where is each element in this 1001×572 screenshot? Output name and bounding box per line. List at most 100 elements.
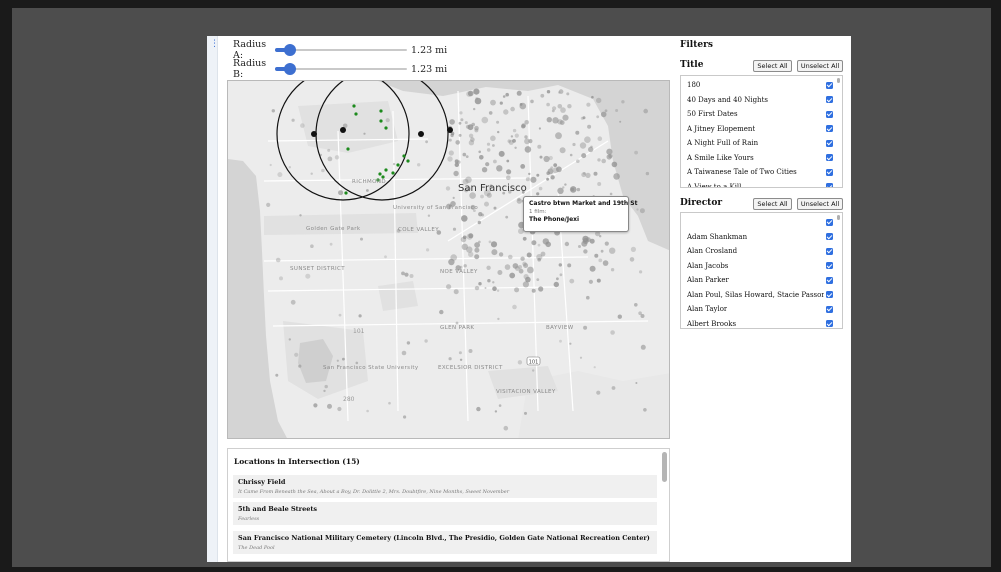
location-dot[interactable] bbox=[523, 274, 529, 280]
location-dot[interactable] bbox=[388, 401, 391, 405]
checkbox[interactable] bbox=[826, 110, 833, 118]
location-dot[interactable] bbox=[643, 408, 647, 412]
title-filter-item[interactable]: A Smile Like Yours bbox=[687, 152, 833, 164]
director-filter-list[interactable]: Adam Shankman Alan Crosland Alan Jacobs Ala… bbox=[680, 212, 843, 329]
checkbox[interactable] bbox=[826, 291, 833, 298]
location-dot[interactable] bbox=[310, 172, 313, 175]
location-dot[interactable] bbox=[464, 121, 468, 125]
location-dot[interactable] bbox=[453, 289, 459, 295]
location-dot[interactable] bbox=[601, 158, 606, 164]
location-dot[interactable] bbox=[498, 252, 504, 257]
location-dot[interactable] bbox=[587, 124, 592, 129]
location-dot[interactable] bbox=[298, 364, 302, 368]
location-dot[interactable] bbox=[590, 145, 593, 148]
location-dot[interactable] bbox=[427, 214, 431, 217]
location-dot[interactable] bbox=[492, 281, 495, 284]
checkbox[interactable] bbox=[826, 183, 833, 187]
location-dot[interactable] bbox=[465, 155, 469, 158]
location-dot[interactable] bbox=[547, 168, 554, 175]
director-select-all-button[interactable]: Select All bbox=[753, 198, 792, 210]
location-dot[interactable] bbox=[559, 147, 566, 154]
location-dot[interactable] bbox=[266, 202, 271, 207]
radius-b-slider[interactable] bbox=[275, 63, 407, 75]
location-dot[interactable] bbox=[597, 136, 603, 141]
location-dot[interactable] bbox=[564, 241, 570, 247]
location-dot[interactable] bbox=[486, 265, 491, 270]
location-dot[interactable] bbox=[550, 175, 555, 180]
location-dot[interactable] bbox=[506, 175, 511, 181]
location-item[interactable]: Chrissy Field It Came From Beneath the S… bbox=[233, 475, 657, 498]
location-dot[interactable] bbox=[619, 120, 622, 123]
location-dot[interactable] bbox=[630, 246, 636, 252]
location-dot[interactable] bbox=[452, 196, 455, 199]
title-filter-item[interactable]: 180 bbox=[687, 79, 833, 91]
location-dot[interactable] bbox=[478, 212, 483, 217]
location-dot[interactable] bbox=[527, 266, 534, 274]
location-dot[interactable] bbox=[548, 155, 553, 161]
location-dot[interactable] bbox=[484, 287, 487, 289]
location-dot[interactable] bbox=[497, 317, 500, 321]
location-dot[interactable] bbox=[290, 299, 296, 305]
location-dot[interactable] bbox=[525, 177, 530, 182]
location-dot[interactable] bbox=[279, 276, 283, 281]
intersection-dot[interactable] bbox=[384, 168, 388, 172]
location-dot[interactable] bbox=[275, 373, 279, 377]
location-dot[interactable] bbox=[510, 135, 514, 138]
location-dot[interactable] bbox=[327, 156, 333, 162]
location-dot[interactable] bbox=[599, 235, 602, 238]
location-dot[interactable] bbox=[552, 167, 559, 174]
location-dot[interactable] bbox=[455, 321, 459, 325]
checkbox[interactable] bbox=[826, 96, 833, 103]
location-dot[interactable] bbox=[488, 240, 492, 244]
location-dot[interactable] bbox=[338, 190, 344, 196]
location-dot[interactable] bbox=[324, 384, 328, 389]
location-dot[interactable] bbox=[540, 251, 546, 257]
location-dot[interactable] bbox=[475, 97, 479, 100]
location-dot[interactable] bbox=[493, 159, 497, 164]
location-dot[interactable] bbox=[505, 215, 509, 219]
location-dot[interactable] bbox=[639, 270, 643, 274]
location-dot[interactable] bbox=[517, 197, 521, 202]
location-dot[interactable] bbox=[584, 136, 591, 143]
location-dot[interactable] bbox=[553, 281, 559, 288]
location-dot[interactable] bbox=[499, 101, 503, 105]
location-dot[interactable] bbox=[582, 235, 589, 243]
location-dot[interactable] bbox=[458, 351, 462, 355]
intersection-dot[interactable] bbox=[354, 112, 358, 116]
location-dot[interactable] bbox=[450, 133, 454, 138]
location-dot[interactable] bbox=[384, 255, 387, 259]
location-dot[interactable] bbox=[594, 253, 599, 258]
location-dot[interactable] bbox=[550, 166, 554, 170]
location-dot[interactable] bbox=[467, 124, 474, 131]
location-dot[interactable] bbox=[593, 171, 598, 176]
location-dot[interactable] bbox=[611, 161, 618, 168]
location-dot[interactable] bbox=[636, 208, 639, 211]
location-dot[interactable] bbox=[299, 214, 302, 217]
location-dot[interactable] bbox=[404, 272, 409, 277]
location-dot[interactable] bbox=[486, 148, 491, 152]
location-dot[interactable] bbox=[478, 150, 481, 154]
title-filter-item[interactable]: 40 Days and 40 Nights bbox=[687, 94, 833, 106]
location-dot[interactable] bbox=[288, 338, 291, 341]
location-dot[interactable] bbox=[490, 241, 498, 248]
location-dot[interactable] bbox=[288, 166, 291, 169]
location-dot[interactable] bbox=[305, 273, 311, 279]
location-dot[interactable] bbox=[474, 128, 479, 133]
location-dot[interactable] bbox=[516, 90, 522, 96]
location-dot[interactable] bbox=[600, 111, 607, 118]
location-dot[interactable] bbox=[463, 264, 467, 268]
slider-thumb[interactable] bbox=[284, 63, 297, 75]
location-dot[interactable] bbox=[300, 123, 305, 128]
location-dot[interactable] bbox=[424, 339, 428, 343]
location-dot[interactable] bbox=[474, 254, 480, 260]
location-dot[interactable] bbox=[546, 102, 550, 107]
location-dot[interactable] bbox=[546, 177, 549, 181]
intersection-dot[interactable] bbox=[379, 109, 383, 113]
location-dot[interactable] bbox=[569, 278, 575, 284]
location-dot[interactable] bbox=[506, 159, 510, 163]
location-dot[interactable] bbox=[536, 278, 540, 281]
checkbox[interactable] bbox=[826, 81, 833, 89]
location-dot[interactable] bbox=[518, 265, 522, 269]
location-dot[interactable] bbox=[566, 92, 570, 96]
radius-a-edge-handle[interactable] bbox=[311, 131, 317, 137]
